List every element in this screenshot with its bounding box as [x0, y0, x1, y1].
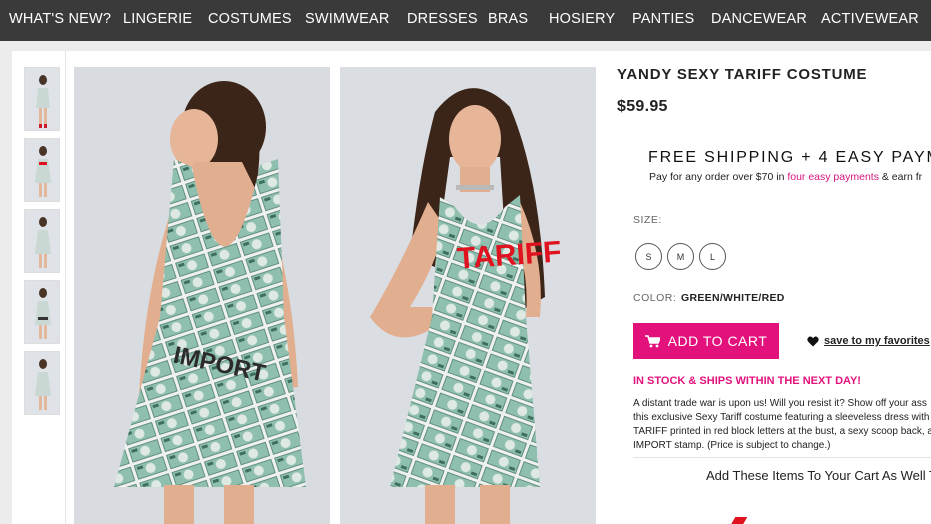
product-price: $59.95 [617, 98, 668, 115]
nav-item-activewear[interactable]: ACTIVEWEAR [821, 11, 919, 27]
thumbnail-divider [65, 51, 66, 524]
size-selector: S M L [635, 243, 726, 270]
thumbnail-3[interactable] [24, 209, 60, 273]
product-photo-back[interactable]: IMPORT [74, 67, 330, 524]
nav-item-swimwear[interactable]: SWIMWEAR [305, 11, 390, 27]
product-card: IMPORT TARIFF YANDY SEXY TARIFF COSTUME … [12, 51, 931, 524]
description-line: A distant trade war is upon us! Will you… [633, 398, 927, 409]
heart-icon [807, 336, 819, 346]
nav-item-dancewear[interactable]: DANCEWEAR [711, 11, 807, 27]
model-back-illustration: IMPORT [74, 67, 330, 524]
add-to-cart-label: ADD TO CART [667, 333, 768, 349]
shipping-sub-pre: Pay for any order over $70 in [649, 171, 788, 183]
description-line: TARIFF printed in red block letters at t… [633, 426, 931, 437]
nav-item-lingerie[interactable]: LINGERIE [123, 11, 192, 27]
shipping-headline: FREE SHIPPING + 4 EASY PAYME [648, 149, 931, 166]
nav-item-costumes[interactable]: COSTUMES [208, 11, 292, 27]
stock-status: IN STOCK & SHIPS WITHIN THE NEXT DAY! [633, 375, 861, 387]
thumbnail-4[interactable] [24, 280, 60, 344]
cart-icon [644, 334, 660, 347]
nav-item-whats-new[interactable]: WHAT'S NEW? [9, 11, 111, 27]
size-option-l[interactable]: L [699, 243, 726, 270]
thumbnail-2[interactable] [24, 138, 60, 202]
model-figure-icon [35, 217, 51, 268]
description-line: this exclusive Sexy Tariff costume featu… [633, 412, 930, 423]
description-line: IMPORT stamp. (Price is subject to chang… [633, 440, 831, 451]
model-figure-icon [36, 75, 50, 128]
save-to-favorites-link[interactable]: save to my favorites [807, 335, 930, 347]
addon-item-preview [730, 517, 748, 524]
product-photo-front[interactable]: TARIFF [340, 67, 596, 524]
size-label: SIZE: [633, 214, 662, 226]
product-description: A distant trade war is upon us! Will you… [633, 397, 931, 453]
model-figure-icon [35, 359, 51, 410]
add-to-cart-button[interactable]: ADD TO CART [633, 323, 779, 359]
section-divider [633, 457, 931, 458]
color-label: COLOR: [633, 292, 677, 304]
shipping-sub-post: & earn fr [878, 171, 923, 183]
model-figure-icon [35, 146, 51, 197]
top-navigation: WHAT'S NEW? LINGERIE COSTUMES SWIMWEAR D… [0, 0, 931, 41]
model-front-illustration: TARIFF [340, 67, 596, 524]
product-title: YANDY SEXY TARIFF COSTUME [617, 66, 868, 83]
size-option-s[interactable]: S [635, 243, 662, 270]
nav-item-bras[interactable]: BRAS [488, 11, 528, 27]
addons-heading: Add These Items To Your Cart As Well To [706, 468, 931, 483]
model-figure-icon [35, 288, 51, 339]
four-easy-payments-link[interactable]: four easy payments [787, 171, 879, 183]
nav-item-hosiery[interactable]: HOSIERY [549, 11, 615, 27]
thumbnail-strip [24, 67, 61, 422]
nav-item-dresses[interactable]: DRESSES [407, 11, 478, 27]
color-value: GREEN/WHITE/RED [681, 292, 785, 304]
nav-item-panties[interactable]: PANTIES [632, 11, 694, 27]
thumbnail-1[interactable] [24, 67, 60, 131]
shipping-subtext: Pay for any order over $70 in four easy … [649, 171, 922, 183]
product-info-panel: YANDY SEXY TARIFF COSTUME $59.95 FREE SH… [617, 51, 931, 524]
save-to-favorites-label: save to my favorites [824, 335, 930, 347]
thumbnail-5[interactable] [24, 351, 60, 415]
size-option-m[interactable]: M [667, 243, 694, 270]
